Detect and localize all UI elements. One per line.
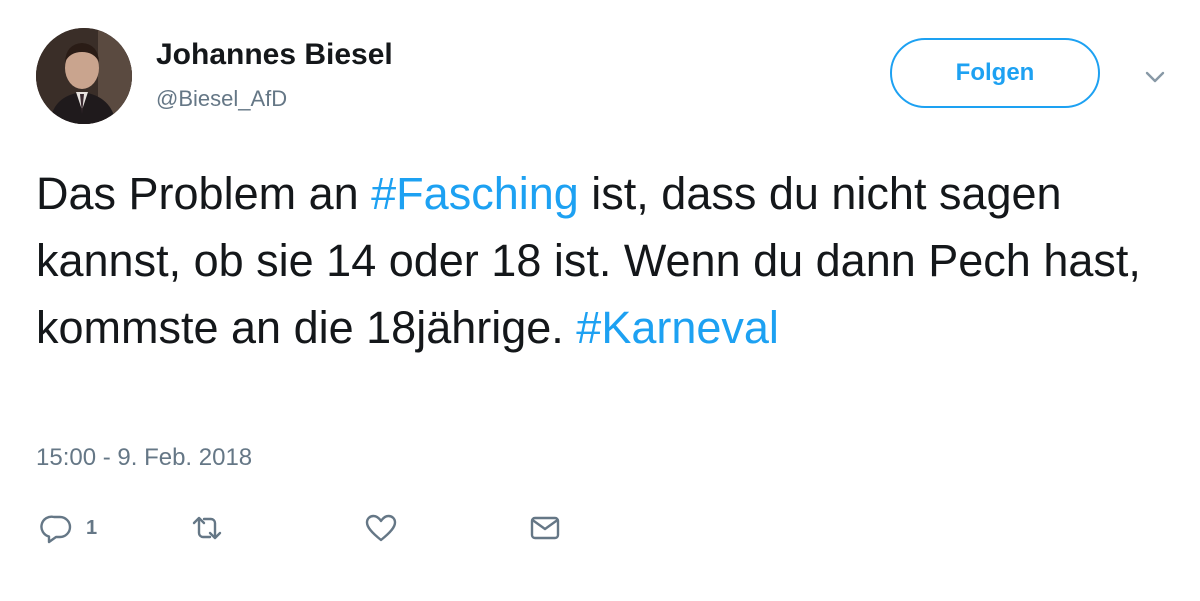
hashtag-link-karneval[interactable]: #Karneval [576, 302, 779, 353]
envelope-icon [528, 511, 562, 545]
chevron-down-icon[interactable] [1140, 62, 1170, 92]
direct-message-button[interactable] [528, 505, 562, 551]
retweet-button[interactable] [190, 505, 224, 551]
like-button[interactable] [364, 505, 398, 551]
hashtag-link-fasching[interactable]: #Fasching [371, 168, 579, 219]
tweet-card: Johannes Biesel @Biesel_AfD Folgen Das P… [0, 0, 1200, 601]
author-handle[interactable]: @Biesel_AfD [156, 86, 287, 112]
author-display-name[interactable]: Johannes Biesel [156, 38, 393, 72]
reply-icon [40, 511, 74, 545]
follow-button[interactable]: Folgen [890, 38, 1100, 108]
tweet-text: Das Problem an #Fasching ist, dass du ni… [36, 160, 1166, 361]
avatar-image [36, 28, 132, 124]
tweet-actions: 1 [36, 505, 636, 551]
retweet-icon [190, 511, 224, 545]
heart-icon [364, 511, 398, 545]
tweet-text-segment: Das Problem an [36, 168, 372, 219]
reply-count: 1 [86, 516, 98, 539]
avatar[interactable] [36, 28, 132, 124]
reply-button[interactable]: 1 [40, 505, 97, 551]
tweet-timestamp[interactable]: 15:00 - 9. Feb. 2018 [36, 444, 252, 472]
